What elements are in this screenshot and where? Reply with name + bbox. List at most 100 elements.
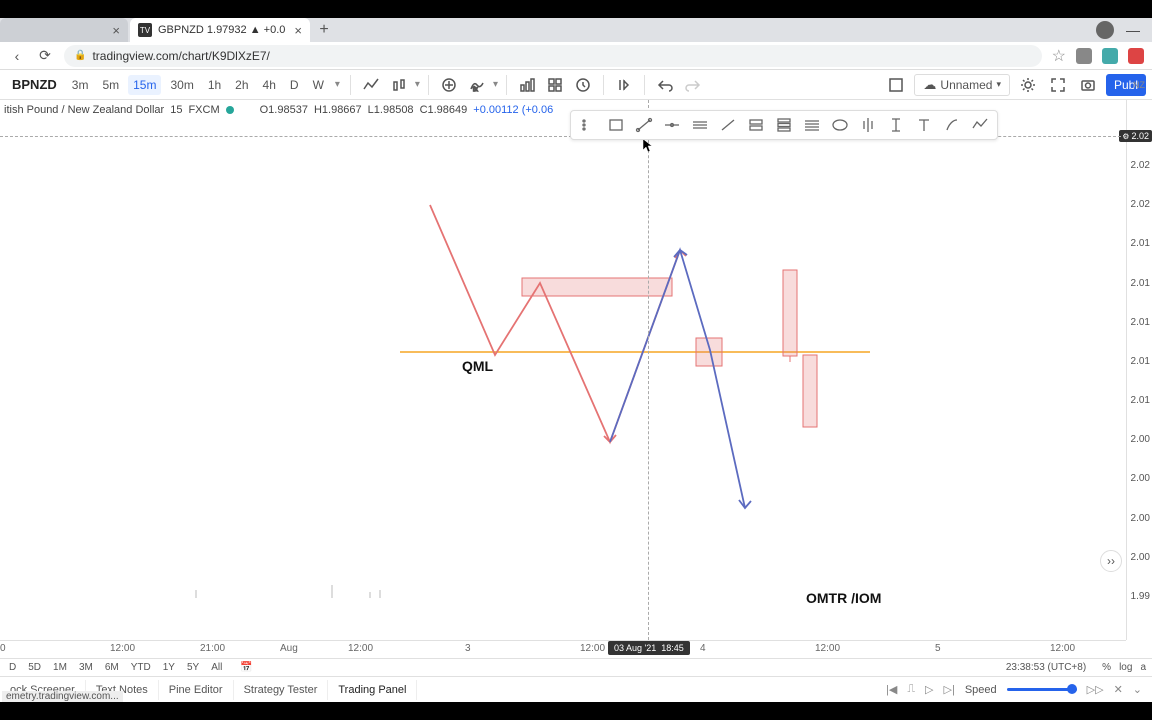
minimize-button[interactable]: —	[1126, 22, 1140, 38]
scale-log[interactable]: log	[1119, 662, 1132, 673]
short-position-tool-icon[interactable]	[771, 113, 797, 137]
goto-date-icon[interactable]: 📅	[237, 661, 255, 674]
extension-icon-2[interactable]	[1102, 48, 1118, 64]
profile-avatar[interactable]	[1096, 21, 1114, 39]
snapshot-icon[interactable]	[1076, 73, 1100, 97]
financials-icon[interactable]	[515, 73, 539, 97]
price-scale[interactable]: NZ ⚙ 2.02 2.022.022.012.012.012.012.012.…	[1126, 100, 1152, 640]
collapse-panel-icon[interactable]: ⌄	[1133, 683, 1142, 696]
vertical-line-tool-icon[interactable]	[855, 113, 881, 137]
range-All[interactable]: All	[208, 661, 225, 674]
templates-icon[interactable]	[543, 73, 567, 97]
symbol-name[interactable]: BPNZD	[6, 77, 63, 92]
long-position-tool-icon[interactable]	[743, 113, 769, 137]
fib-tool-icon[interactable]	[799, 113, 825, 137]
replay-close-icon[interactable]: ✕	[1114, 683, 1123, 696]
scale-percent[interactable]: %	[1102, 662, 1111, 673]
tab-pine-editor[interactable]: Pine Editor	[159, 680, 234, 700]
chevron-down-icon[interactable]: ▾	[333, 79, 342, 90]
replay-icon[interactable]	[612, 73, 636, 97]
alert-icon[interactable]	[571, 73, 595, 97]
drawing-toolbar[interactable]	[570, 110, 998, 140]
time-tick: 0	[0, 643, 6, 654]
price-tick: 2.01	[1131, 395, 1150, 406]
price-tick: 2.01	[1131, 317, 1150, 328]
tf-W[interactable]: W	[308, 75, 329, 95]
range-1Y[interactable]: 1Y	[160, 661, 178, 674]
settings-icon[interactable]	[1016, 73, 1040, 97]
fullscreen-icon[interactable]	[1046, 73, 1070, 97]
tf-D[interactable]: D	[285, 75, 304, 95]
qml-annotation[interactable]: QML	[462, 358, 493, 374]
browser-tab-row: × TV GBPNZD 1.97932 ▲ +0.06% Un × + —	[0, 18, 1152, 42]
range-3M[interactable]: 3M	[76, 661, 96, 674]
range-6M[interactable]: 6M	[102, 661, 122, 674]
redo-icon[interactable]	[681, 73, 705, 97]
handle-icon[interactable]	[575, 113, 601, 137]
price-tick: 2.01	[1131, 238, 1150, 249]
tf-5m[interactable]: 5m	[97, 75, 124, 95]
new-tab-button[interactable]: +	[312, 18, 336, 42]
chevron-down-icon[interactable]: ▾	[415, 79, 420, 90]
back-button[interactable]: ‹	[8, 47, 26, 65]
price-range-tool-icon[interactable]	[883, 113, 909, 137]
candle-style-icon[interactable]	[387, 73, 411, 97]
go-to-realtime-button[interactable]: ››	[1100, 550, 1122, 572]
close-icon[interactable]: ×	[294, 23, 302, 38]
trendline-tool-icon[interactable]	[631, 113, 657, 137]
address-bar[interactable]: 🔒 tradingview.com/chart/K9DlXzE7/	[64, 45, 1042, 67]
range-5D[interactable]: 5D	[25, 661, 44, 674]
ellipse-tool-icon[interactable]	[827, 113, 853, 137]
tf-30m[interactable]: 30m	[165, 75, 198, 95]
tf-1h[interactable]: 1h	[203, 75, 226, 95]
crosshair-vertical	[648, 100, 649, 640]
replay-play-icon[interactable]: ▷	[925, 683, 933, 696]
indicators-icon[interactable]: fx	[465, 73, 489, 97]
tradingview-favicon: TV	[138, 23, 152, 37]
select-layout-icon[interactable]	[884, 73, 908, 97]
browser-tab-1[interactable]: ×	[0, 18, 128, 42]
replay-step-back-icon[interactable]: |◀	[886, 683, 897, 696]
tf-15m[interactable]: 15m	[128, 75, 161, 95]
tf-2h[interactable]: 2h	[230, 75, 253, 95]
extension-icon-1[interactable]	[1076, 48, 1092, 64]
omtr-annotation[interactable]: OMTR /IOM	[806, 590, 881, 606]
time-scale[interactable]: 012:0021:00Aug12:00312:00412:00512:00 03…	[0, 640, 1126, 658]
cursor-icon	[642, 138, 654, 154]
reload-button[interactable]: ⟳	[36, 47, 54, 65]
replay-bars-icon[interactable]: ⎍	[907, 683, 915, 696]
crosshair-time-badge: 03 Aug '21 18:45	[608, 641, 690, 655]
scale-auto[interactable]: a	[1140, 662, 1146, 673]
rectangle-tool-icon[interactable]	[603, 113, 629, 137]
lock-icon: 🔒	[74, 50, 86, 61]
speed-slider[interactable]	[1007, 688, 1077, 691]
chart-canvas[interactable]: itish Pound / New Zealand Dollar 15 FXCM…	[0, 100, 1126, 640]
line-style-icon[interactable]	[359, 73, 383, 97]
parallel-lines-tool-icon[interactable]	[687, 113, 713, 137]
layout-name: Unnamed	[940, 78, 992, 92]
close-icon[interactable]: ×	[112, 23, 120, 38]
text-tool-icon[interactable]	[911, 113, 937, 137]
replay-step-fwd-icon[interactable]: ▷|	[944, 683, 955, 696]
range-1M[interactable]: 1M	[50, 661, 70, 674]
range-5Y[interactable]: 5Y	[184, 661, 202, 674]
svg-text:fx: fx	[473, 87, 478, 93]
layout-name-button[interactable]: ☁ Unnamed ▾	[914, 74, 1010, 96]
undo-icon[interactable]	[653, 73, 677, 97]
polyline-tool-icon[interactable]	[967, 113, 993, 137]
range-YTD[interactable]: YTD	[128, 661, 154, 674]
brush-tool-icon[interactable]	[939, 113, 965, 137]
horizontal-line-tool-icon[interactable]	[659, 113, 685, 137]
ray-tool-icon[interactable]	[715, 113, 741, 137]
tab-strategy-tester[interactable]: Strategy Tester	[234, 680, 329, 700]
tf-3m[interactable]: 3m	[67, 75, 94, 95]
tab-trading-panel[interactable]: Trading Panel	[328, 680, 417, 700]
chevron-down-icon[interactable]: ▾	[493, 79, 498, 90]
tf-4h[interactable]: 4h	[258, 75, 281, 95]
star-icon[interactable]: ☆	[1052, 46, 1066, 66]
browser-tab-2[interactable]: TV GBPNZD 1.97932 ▲ +0.06% Un ×	[130, 18, 310, 42]
compare-icon[interactable]	[437, 73, 461, 97]
replay-next-icon[interactable]: ▷▷	[1087, 683, 1104, 696]
extension-icon-3[interactable]	[1128, 48, 1144, 64]
range-D[interactable]: D	[6, 661, 19, 674]
